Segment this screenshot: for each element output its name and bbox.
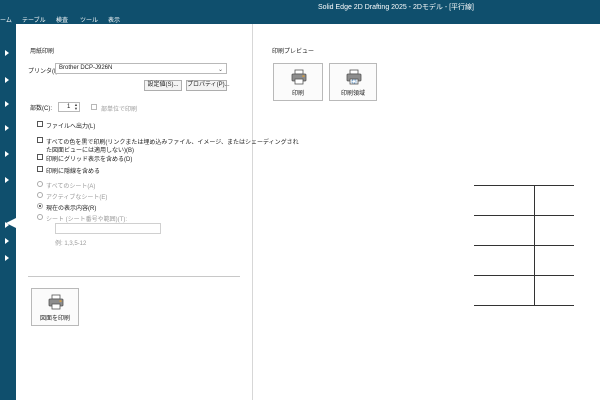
print-area-icon xyxy=(346,69,362,85)
preview-print-label: 印刷 xyxy=(291,91,304,97)
printer-select[interactable]: Brother DCP-J926N ⌄ xyxy=(55,63,227,74)
print-drawing-label: 図面を印刷 xyxy=(39,316,70,322)
menu-view[interactable]: 表示 xyxy=(108,15,120,24)
menu-inspect[interactable]: 検査 xyxy=(56,15,68,24)
nav-arrow-icon[interactable] xyxy=(5,255,9,261)
pane-divider xyxy=(252,24,253,400)
preview-print-button[interactable]: 印刷 xyxy=(273,63,323,101)
preview-line xyxy=(474,305,574,306)
copies-label: 部数(C): xyxy=(30,106,52,112)
copies-value: 1 xyxy=(67,104,71,110)
nav-arrow-icon[interactable] xyxy=(5,101,9,107)
range-current-view-label: 現在の表示内容(R) xyxy=(46,206,97,212)
properties-button[interactable]: プロパティ(P)... xyxy=(186,80,230,91)
section-divider xyxy=(28,276,240,277)
sheet-range-input[interactable] xyxy=(55,223,161,234)
preview-line xyxy=(474,185,574,186)
range-example-text: 例: 1,3,5-12 xyxy=(55,241,87,247)
printer-icon xyxy=(48,294,64,310)
menu-home[interactable]: ーム xyxy=(0,15,12,24)
range-all-sheets-label: すべてのシート(A) xyxy=(46,184,96,190)
spin-down-icon[interactable]: ▼ xyxy=(74,107,78,111)
window-title: Solid Edge 2D Drafting 2025 - 2Dモデル - [平… xyxy=(318,4,475,11)
printer-select-value: Brother DCP-J926N xyxy=(59,65,113,71)
menu-tools[interactable]: ツール xyxy=(80,15,98,24)
include-hidden-lines-label: 印刷に隠線を含める xyxy=(46,169,101,175)
menu-table[interactable]: テーブル xyxy=(22,15,46,24)
nav-arrow-icon[interactable] xyxy=(5,77,9,83)
include-hidden-lines-checkbox[interactable] xyxy=(37,166,43,172)
print-all-black-checkbox[interactable] xyxy=(37,137,43,143)
print-section-title: 用紙印刷 xyxy=(30,49,55,55)
range-all-sheets-radio[interactable] xyxy=(37,181,43,187)
range-active-sheet-radio[interactable] xyxy=(37,192,43,198)
menu-bar: ーム テーブル 検査 ツール 表示 xyxy=(0,12,600,24)
preview-line xyxy=(474,215,574,216)
title-bar: Solid Edge 2D Drafting 2025 - 2Dモデル - [平… xyxy=(0,0,600,12)
print-drawing-button[interactable]: 図面を印刷 xyxy=(31,288,79,326)
preview-line xyxy=(534,185,535,305)
include-grid-checkbox[interactable] xyxy=(37,154,43,160)
chevron-down-icon: ⌄ xyxy=(217,67,223,73)
include-grid-label: 印刷にグリッド表示を含める(D) xyxy=(46,157,133,163)
range-sheets-label: シート (シート番号や範囲)(T): xyxy=(46,217,127,223)
collate-checkbox[interactable] xyxy=(91,104,97,110)
print-area-button[interactable]: 印刷領域 xyxy=(329,63,377,101)
backstage-nav xyxy=(0,24,16,400)
preview-title: 印刷プレビュー xyxy=(272,49,315,55)
range-active-sheet-label: アクティブなシート(E) xyxy=(46,195,108,201)
nav-arrow-icon[interactable] xyxy=(5,238,9,244)
nav-arrow-icon[interactable] xyxy=(5,177,9,183)
nav-arrow-icon[interactable] xyxy=(5,222,9,228)
range-current-view-radio[interactable] xyxy=(37,203,43,209)
nav-arrow-icon[interactable] xyxy=(5,50,9,56)
nav-arrow-icon[interactable] xyxy=(5,125,9,131)
copies-stepper[interactable]: 1 ▲ ▼ xyxy=(58,102,80,112)
printer-icon xyxy=(291,69,307,85)
print-to-file-checkbox[interactable] xyxy=(37,121,43,127)
print-all-black-label-line2: た図面ビューには適用しない)(B) xyxy=(46,148,134,154)
print-area-label: 印刷領域 xyxy=(340,91,365,97)
preview-line xyxy=(474,245,574,246)
print-to-file-label: ファイルへ出力(L) xyxy=(46,124,96,130)
settings-button[interactable]: 設定値(S)... xyxy=(144,80,182,91)
preview-line xyxy=(474,275,574,276)
nav-arrow-icon[interactable] xyxy=(5,151,9,157)
collate-label: 部単位で印刷 xyxy=(101,107,138,113)
range-sheets-radio[interactable] xyxy=(37,214,43,220)
